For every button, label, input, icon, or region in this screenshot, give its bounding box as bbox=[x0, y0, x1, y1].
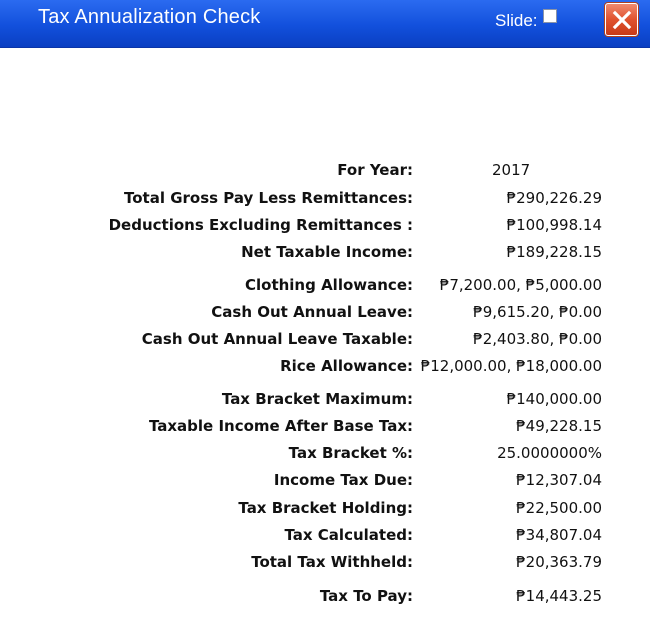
income-tax-due-label: Income Tax Due: bbox=[273, 471, 413, 489]
tax-to-pay-value: ₱14,443.25 bbox=[516, 587, 602, 605]
tax-bracket-holding-label: Tax Bracket Holding: bbox=[238, 499, 413, 517]
net-taxable-income-value: ₱189,228.15 bbox=[506, 243, 602, 261]
deductions-label: Deductions Excluding Remittances : bbox=[108, 216, 413, 234]
row-deductions: Deductions Excluding Remittances : ₱100,… bbox=[0, 214, 650, 236]
for-year-label: For Year: bbox=[337, 161, 413, 179]
title-bar[interactable]: Tax Annualization Check Slide: bbox=[0, 0, 650, 48]
tax-bracket-percent-label: Tax Bracket %: bbox=[288, 444, 413, 462]
row-tax-calculated: Tax Calculated: ₱34,807.04 bbox=[0, 524, 650, 546]
tax-annualization-window: Tax Annualization Check Slide: For Year:… bbox=[0, 0, 650, 618]
total-gross-pay-value: ₱290,226.29 bbox=[506, 189, 602, 207]
taxable-income-after-base-tax-label: Taxable Income After Base Tax: bbox=[148, 417, 413, 435]
row-tax-bracket-maximum: Tax Bracket Maximum: ₱140,000.00 bbox=[0, 388, 650, 410]
slide-label: Slide: bbox=[495, 11, 538, 30]
cash-out-annual-leave-value: ₱9,615.20, ₱0.00 bbox=[473, 303, 602, 321]
window-title: Tax Annualization Check bbox=[38, 6, 261, 28]
row-taxable-income-after-base-tax: Taxable Income After Base Tax: ₱49,228.1… bbox=[0, 415, 650, 437]
clothing-allowance-value: ₱7,200.00, ₱5,000.00 bbox=[439, 276, 602, 294]
row-clothing-allowance: Clothing Allowance: ₱7,200.00, ₱5,000.00 bbox=[0, 274, 650, 296]
slide-checkbox[interactable] bbox=[543, 9, 557, 23]
row-tax-bracket-percent: Tax Bracket %: 25.0000000% bbox=[0, 442, 650, 464]
total-gross-pay-label: Total Gross Pay Less Remittances: bbox=[124, 189, 413, 207]
total-tax-withheld-label: Total Tax Withheld: bbox=[251, 553, 413, 571]
row-cash-out-annual-leave: Cash Out Annual Leave: ₱9,615.20, ₱0.00 bbox=[0, 301, 650, 323]
close-icon bbox=[612, 10, 632, 30]
tax-bracket-percent-value: 25.0000000% bbox=[497, 444, 602, 462]
total-tax-withheld-value: ₱20,363.79 bbox=[516, 553, 602, 571]
row-net-taxable-income: Net Taxable Income: ₱189,228.15 bbox=[0, 241, 650, 263]
row-tax-bracket-holding: Tax Bracket Holding: ₱22,500.00 bbox=[0, 497, 650, 519]
tax-calculated-value: ₱34,807.04 bbox=[516, 526, 602, 544]
row-total-gross-pay: Total Gross Pay Less Remittances: ₱290,2… bbox=[0, 187, 650, 209]
close-button[interactable] bbox=[605, 3, 638, 36]
row-income-tax-due: Income Tax Due: ₱12,307.04 bbox=[0, 469, 650, 491]
rice-allowance-value: ₱12,000.00, ₱18,000.00 bbox=[420, 357, 602, 375]
for-year-value: 2017 bbox=[492, 161, 531, 179]
taxable-income-after-base-tax-value: ₱49,228.15 bbox=[516, 417, 602, 435]
cash-out-annual-leave-label: Cash Out Annual Leave: bbox=[211, 303, 413, 321]
tax-to-pay-label: Tax To Pay: bbox=[319, 587, 413, 605]
row-total-tax-withheld: Total Tax Withheld: ₱20,363.79 bbox=[0, 551, 650, 573]
clothing-allowance-label: Clothing Allowance: bbox=[244, 276, 413, 294]
tax-calculated-label: Tax Calculated: bbox=[284, 526, 413, 544]
row-rice-allowance: Rice Allowance: ₱12,000.00, ₱18,000.00 bbox=[0, 355, 650, 377]
rice-allowance-label: Rice Allowance: bbox=[280, 357, 413, 375]
cash-out-annual-leave-taxable-value: ₱2,403.80, ₱0.00 bbox=[473, 330, 602, 348]
summary-panel: For Year: 2017 Total Gross Pay Less Remi… bbox=[0, 47, 650, 618]
income-tax-due-value: ₱12,307.04 bbox=[516, 471, 602, 489]
cash-out-annual-leave-taxable-label: Cash Out Annual Leave Taxable: bbox=[141, 330, 413, 348]
deductions-value: ₱100,998.14 bbox=[506, 216, 602, 234]
row-for-year: For Year: 2017 bbox=[0, 159, 650, 181]
row-cash-out-annual-leave-taxable: Cash Out Annual Leave Taxable: ₱2,403.80… bbox=[0, 328, 650, 350]
net-taxable-income-label: Net Taxable Income: bbox=[241, 243, 413, 261]
tax-bracket-holding-value: ₱22,500.00 bbox=[516, 499, 602, 517]
tax-bracket-maximum-label: Tax Bracket Maximum: bbox=[221, 390, 413, 408]
row-tax-to-pay: Tax To Pay: ₱14,443.25 bbox=[0, 585, 650, 607]
tax-bracket-maximum-value: ₱140,000.00 bbox=[506, 390, 602, 408]
